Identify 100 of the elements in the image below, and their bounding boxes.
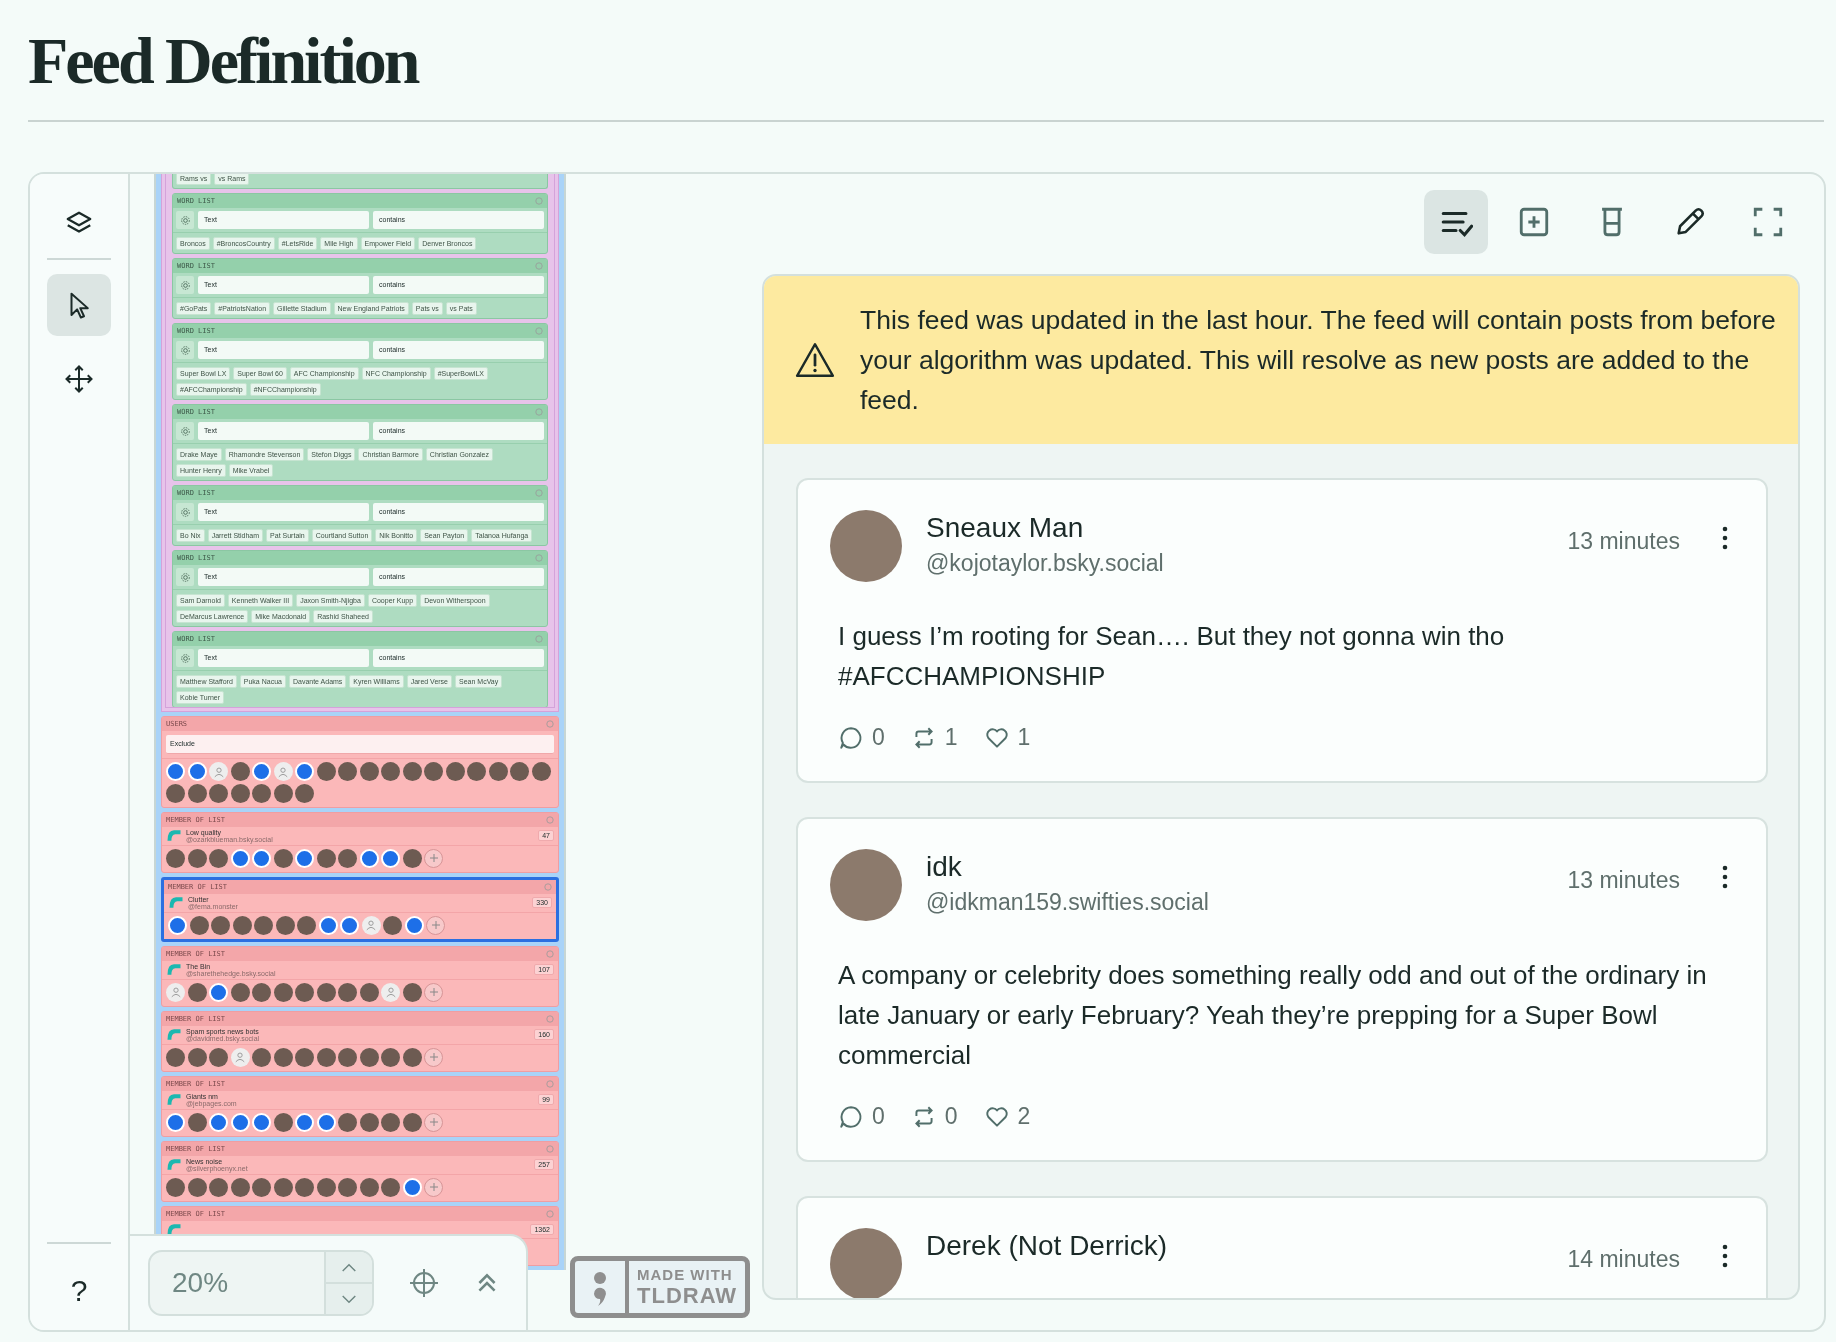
logo-avatar — [252, 848, 271, 868]
speech-bubble-icon — [838, 1103, 864, 1130]
avatar-photo — [402, 762, 422, 781]
list-icon — [166, 1093, 182, 1106]
author-handle: @idkman159.swifties.social — [926, 888, 1210, 917]
avatar-photo — [359, 982, 379, 1002]
logo-avatar — [166, 1112, 185, 1132]
post-text: I guess I’m rooting for Sean…. But they not gonna win tho #AFCCHAMPIONSHIP — [838, 620, 1506, 693]
list-icon — [166, 1158, 182, 1171]
info-icon — [535, 408, 543, 416]
page-title: Feed Definition — [28, 26, 1824, 122]
zoom-out-button[interactable] — [326, 1282, 372, 1314]
avatar-photo — [230, 762, 250, 781]
repost-button[interactable]: 1 — [910, 724, 958, 751]
gear-icon — [179, 652, 191, 664]
list-icon — [166, 1028, 182, 1041]
like-button[interactable]: 1 — [983, 724, 1031, 751]
more-vertical-icon — [1722, 1244, 1728, 1268]
post-time: 13 minutes — [1567, 528, 1680, 555]
logo-avatar — [402, 1177, 422, 1197]
info-icon — [535, 489, 543, 497]
avatar-photo — [467, 762, 486, 781]
avatar-photo — [359, 1047, 379, 1067]
avatar-photo — [254, 915, 273, 935]
recenter-button[interactable] — [408, 1267, 440, 1299]
avatar-photo — [338, 982, 357, 1002]
logo-avatar — [168, 915, 187, 935]
avatar-photo — [209, 1177, 228, 1197]
chevron-up-icon — [340, 1261, 358, 1273]
info-icon — [546, 1079, 554, 1088]
avatar-photo — [295, 1047, 314, 1067]
more-vertical-icon — [1722, 865, 1728, 889]
avatar-photo — [273, 1177, 293, 1197]
info-icon — [546, 1209, 554, 1218]
list-icon — [168, 896, 184, 909]
settings-button[interactable] — [176, 211, 194, 229]
logo-avatar — [230, 848, 250, 868]
gear-icon — [179, 571, 191, 583]
avatar-photo — [338, 1112, 357, 1132]
zoom-value: 20% — [171, 1266, 230, 1300]
avatar-photo — [252, 982, 271, 1002]
plus-icon — [428, 987, 439, 997]
avatar-photo — [209, 848, 228, 868]
avatar-photo — [273, 1047, 293, 1067]
info-icon — [546, 815, 554, 824]
logo-avatar — [295, 1112, 314, 1132]
avatar-photo — [187, 1177, 207, 1197]
avatar-photo — [424, 762, 443, 781]
help-button[interactable]: ? — [47, 1242, 111, 1330]
avatar-photo — [230, 783, 250, 803]
avatar-photo — [187, 1112, 207, 1132]
more-vertical-icon — [1722, 526, 1728, 550]
plus-icon — [428, 853, 439, 863]
avatar-photo — [316, 1177, 336, 1197]
select-tool-button[interactable] — [47, 274, 111, 336]
logo-avatar — [318, 915, 338, 935]
author-name: Derek (Not Derrick) — [926, 1229, 1169, 1263]
avatar-photo — [316, 848, 336, 868]
avatar-photo — [273, 982, 293, 1002]
logo-avatar — [209, 1112, 228, 1132]
logo-avatar — [252, 1112, 271, 1132]
avatar-photo — [230, 1177, 250, 1197]
settings-button[interactable] — [176, 649, 194, 667]
settings-button[interactable] — [176, 276, 194, 294]
settings-button[interactable] — [176, 503, 194, 521]
gear-icon — [179, 425, 191, 437]
reply-button[interactable]: 0 — [838, 1103, 885, 1130]
logo-avatar — [404, 915, 424, 935]
plus-square-icon — [1517, 205, 1551, 239]
move-arrows-icon — [64, 364, 94, 394]
gear-icon — [179, 279, 191, 291]
plus-icon — [428, 1117, 439, 1127]
avatar-photo — [166, 1047, 185, 1067]
settings-button[interactable] — [176, 422, 194, 440]
avatar-photo — [273, 783, 293, 803]
zoom-in-button[interactable] — [326, 1252, 372, 1282]
post-time: 14 minutes — [1567, 1246, 1680, 1273]
avatar-photo — [338, 762, 357, 781]
info-icon — [535, 197, 543, 205]
avatar-photo — [187, 1047, 207, 1067]
crosshair-icon — [408, 1267, 440, 1299]
avatar-photo — [338, 1047, 357, 1067]
settings-button[interactable] — [176, 568, 194, 586]
settings-button[interactable] — [176, 341, 194, 359]
checklist-button[interactable] — [1424, 190, 1488, 254]
badge-caption: MADE WITH — [637, 1266, 734, 1284]
info-icon — [544, 882, 552, 891]
reply-button[interactable]: 0 — [838, 724, 885, 751]
avatar-photo — [381, 762, 400, 781]
repost-button[interactable]: 0 — [910, 1103, 958, 1130]
avatar-photo — [359, 1177, 379, 1197]
avatar-photo — [275, 915, 295, 935]
avatar-photo — [232, 915, 252, 935]
logo-avatar — [230, 1112, 250, 1132]
logo-avatar — [187, 762, 207, 781]
avatar-photo — [187, 783, 207, 803]
avatar-photo — [295, 783, 314, 803]
info-icon — [546, 1144, 554, 1153]
info-icon — [535, 554, 543, 562]
like-button[interactable]: 2 — [983, 1103, 1031, 1130]
